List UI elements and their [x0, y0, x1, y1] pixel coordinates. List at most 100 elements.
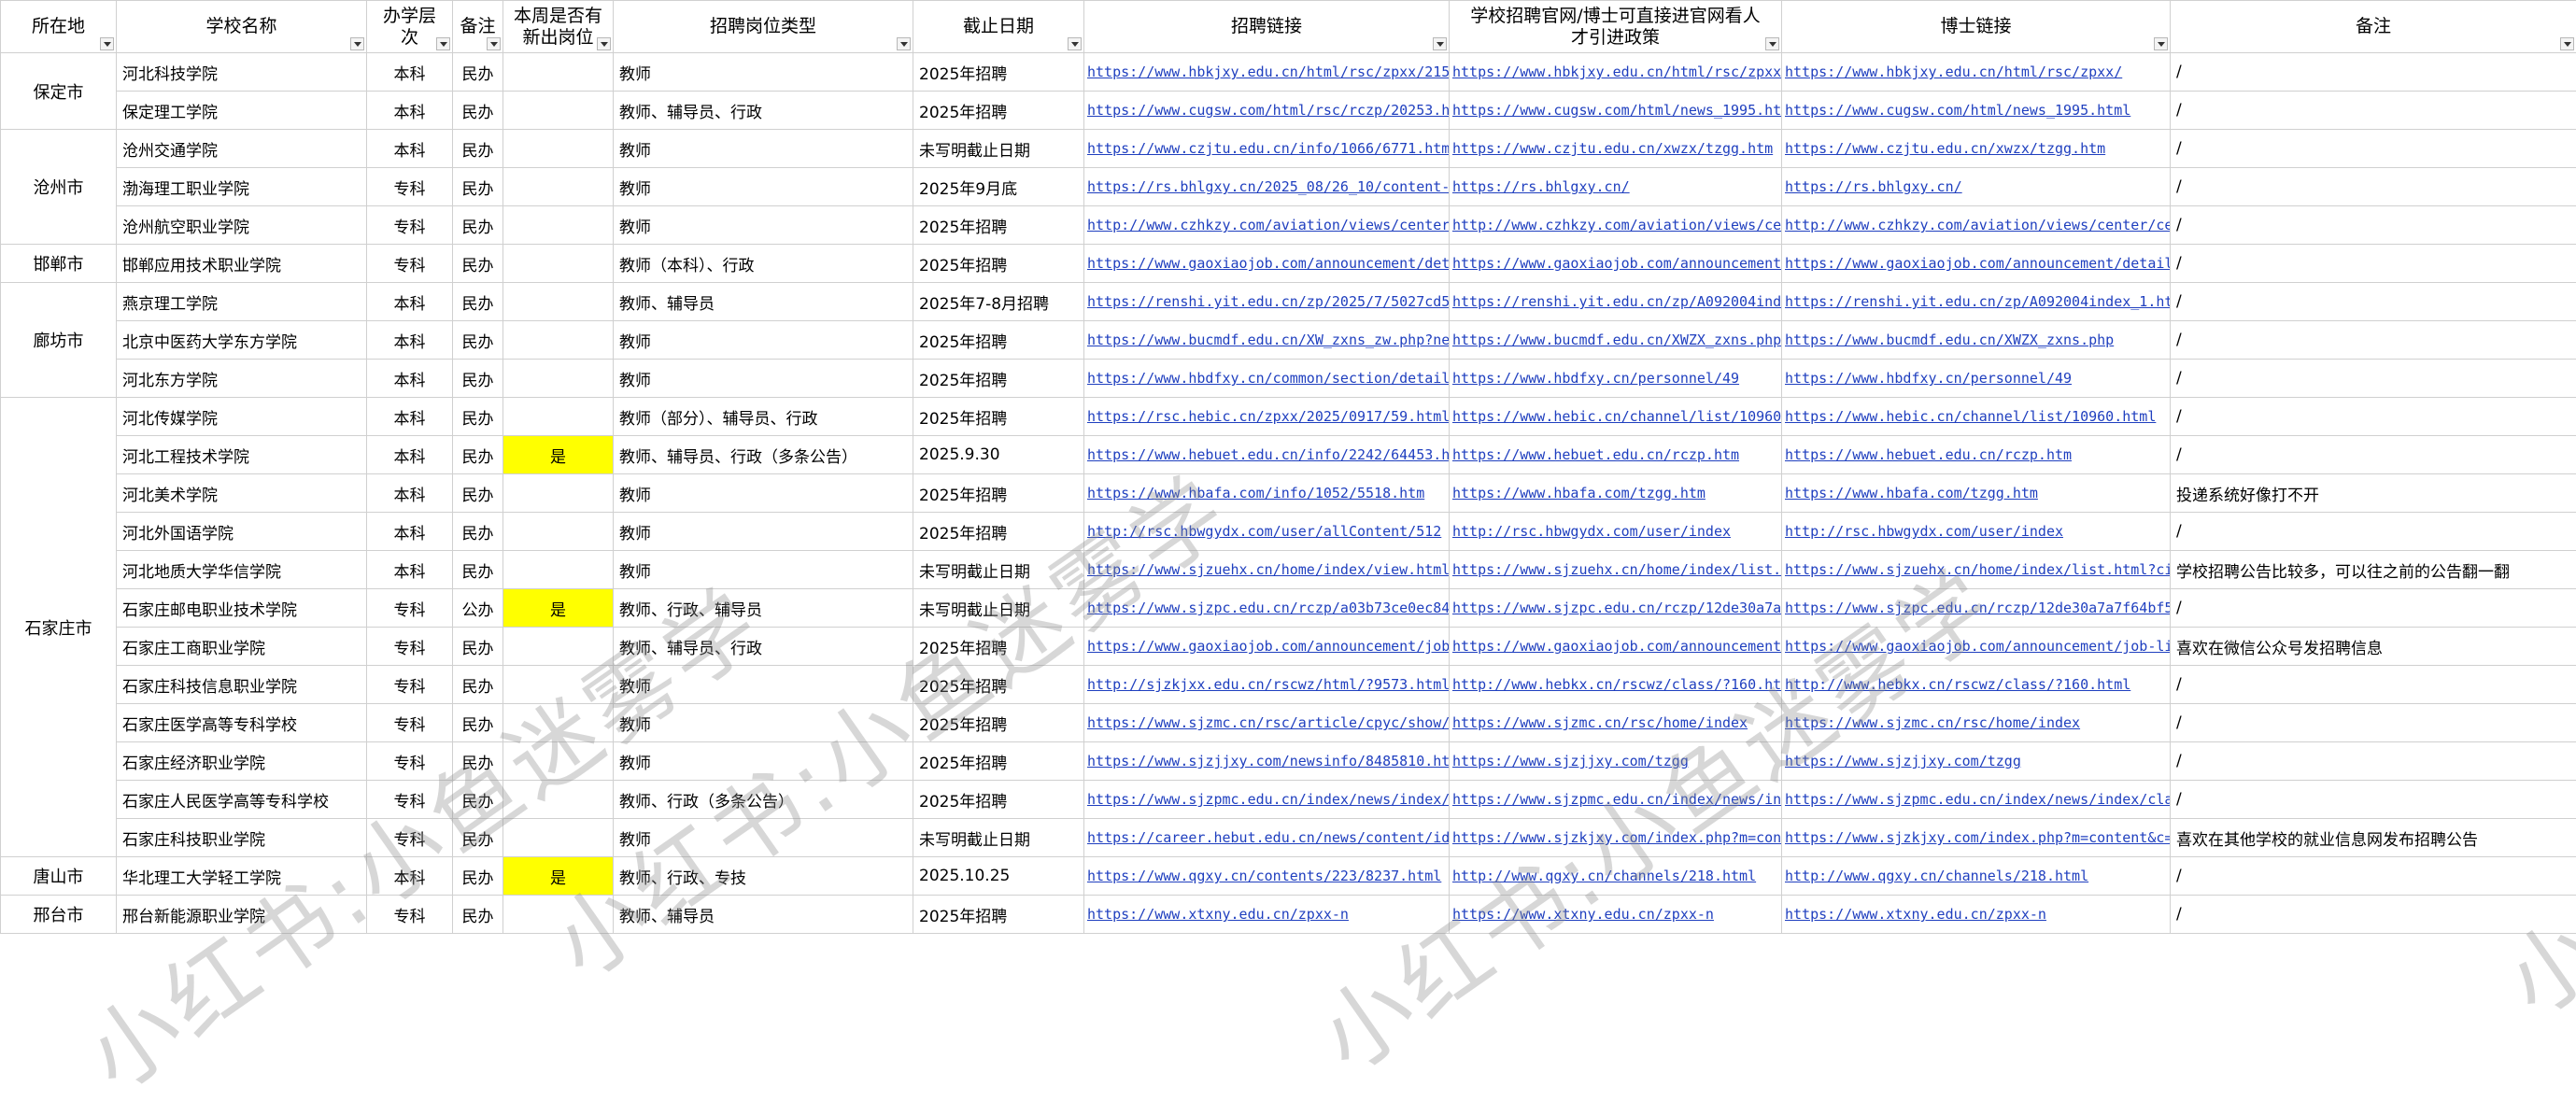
recruit-link[interactable]: https://www.hebuet.edu.cn/info/2242/6445…	[1084, 436, 1450, 474]
official-site-link[interactable]: https://www.hbkjxy.edu.cn/html/rsc/zpxx	[1450, 53, 1782, 92]
official-site-link[interactable]: https://rs.bhlgxy.cn/	[1450, 168, 1782, 206]
phd-link[interactable]: https://www.hbkjxy.edu.cn/html/rsc/zpxx/	[1782, 53, 2171, 92]
recruit-link[interactable]: https://www.hbafa.com/info/1052/5518.htm	[1084, 474, 1450, 513]
official-site-link[interactable]: https://www.sjzpmc.edu.cn/index/news/ind	[1450, 781, 1782, 819]
filter-dropdown-icon[interactable]	[487, 37, 501, 50]
recruit-link[interactable]: https://www.xtxny.edu.cn/zpxx-n	[1084, 896, 1450, 934]
phd-link[interactable]: https://rs.bhlgxy.cn/	[1782, 168, 2171, 206]
phd-link[interactable]: http://www.czhkzy.com/aviation/views/cen…	[1782, 206, 2171, 245]
phd-link[interactable]: https://www.xtxny.edu.cn/zpxx-n	[1782, 896, 2171, 934]
official-site-link[interactable]: https://www.xtxny.edu.cn/zpxx-n	[1450, 896, 1782, 934]
new-post-cell: 是	[503, 857, 614, 896]
phd-link[interactable]: https://www.sjzjjxy.com/tzgg	[1782, 742, 2171, 781]
recruit-link[interactable]: https://rs.bhlgxy.cn/2025_08/26_10/conte…	[1084, 168, 1450, 206]
phd-link[interactable]: https://renshi.yit.edu.cn/zp/A092004inde…	[1782, 283, 2171, 321]
level-cell: 本科	[367, 513, 453, 551]
filter-dropdown-icon[interactable]	[436, 37, 450, 50]
official-site-link[interactable]: https://www.sjzuehx.cn/home/index/list.h	[1450, 551, 1782, 589]
recruit-link[interactable]: https://www.sjzpc.edu.cn/rczp/a03b73ce0e…	[1084, 589, 1450, 628]
official-site-link[interactable]: https://www.bucmdf.edu.cn/XWZX_zxns.php	[1450, 321, 1782, 360]
recruit-link[interactable]: https://www.hbdfxy.cn/common/section/det…	[1084, 360, 1450, 398]
table-row: 石家庄科技职业学院专科民办教师未写明截止日期https://career.heb…	[1, 819, 2576, 857]
recruitment-table: 所在地 学校名称 办学层次 备注 本周是否有新出岗位 招聘岗位类型 截止日期 招…	[0, 0, 2576, 934]
phd-link[interactable]: https://www.cugsw.com/html/news_1995.htm…	[1782, 92, 2171, 130]
phd-link[interactable]: https://www.hbafa.com/tzgg.htm	[1782, 474, 2171, 513]
remark-cell: 学校招聘公告比较多，可以往之前的公告翻一翻	[2171, 551, 2576, 589]
filter-dropdown-icon[interactable]	[897, 37, 911, 50]
table-row: 石家庄市河北传媒学院本科民办教师（部分）、辅导员、行政2025年招聘https:…	[1, 398, 2576, 436]
phd-link[interactable]: https://www.sjzkjxy.com/index.php?m=cont…	[1782, 819, 2171, 857]
header-deadline: 截止日期	[913, 1, 1084, 53]
phd-link[interactable]: https://www.bucmdf.edu.cn/XWZX_zxns.php	[1782, 321, 2171, 360]
recruit-link[interactable]: https://www.sjzpmc.edu.cn/index/news/ind…	[1084, 781, 1450, 819]
phd-link[interactable]: http://www.hebkx.cn/rscwz/class/?160.htm…	[1782, 666, 2171, 704]
official-site-link[interactable]: https://www.czjtu.edu.cn/xwzx/tzgg.htm	[1450, 130, 1782, 168]
official-site-link[interactable]: https://www.hebic.cn/channel/list/10960	[1450, 398, 1782, 436]
recruit-link[interactable]: https://www.czjtu.edu.cn/info/1066/6771.…	[1084, 130, 1450, 168]
school-name-cell: 石家庄邮电职业技术学院	[117, 589, 367, 628]
new-post-cell	[503, 742, 614, 781]
phd-link[interactable]: https://www.hbdfxy.cn/personnel/49	[1782, 360, 2171, 398]
recruit-link[interactable]: https://www.hbkjxy.edu.cn/html/rsc/zpxx/…	[1084, 53, 1450, 92]
filter-dropdown-icon[interactable]	[1068, 37, 1082, 50]
level-cell: 专科	[367, 206, 453, 245]
recruit-link[interactable]: https://www.gaoxiaojob.com/announcement/…	[1084, 628, 1450, 666]
remark-cell: /	[2171, 283, 2576, 321]
official-site-link[interactable]: https://www.gaoxiaojob.com/announcement	[1450, 628, 1782, 666]
remark-cell: /	[2171, 130, 2576, 168]
post-type-cell: 教师	[614, 513, 913, 551]
filter-dropdown-icon[interactable]	[1765, 37, 1779, 50]
filter-dropdown-icon[interactable]	[597, 37, 611, 50]
level-cell: 专科	[367, 589, 453, 628]
official-site-link[interactable]: https://www.sjzkjxy.com/index.php?m=con	[1450, 819, 1782, 857]
recruit-link[interactable]: http://rsc.hbwgydx.com/user/allContent/5…	[1084, 513, 1450, 551]
level-cell: 专科	[367, 245, 453, 283]
official-site-link[interactable]: http://www.czhkzy.com/aviation/views/ce	[1450, 206, 1782, 245]
phd-link[interactable]: https://www.hebic.cn/channel/list/10960.…	[1782, 398, 2171, 436]
official-site-link[interactable]: https://www.hbdfxy.cn/personnel/49	[1450, 360, 1782, 398]
official-site-link[interactable]: https://www.sjzmc.cn/rsc/home/index	[1450, 704, 1782, 742]
official-site-link[interactable]: https://www.hbafa.com/tzgg.htm	[1450, 474, 1782, 513]
recruit-link[interactable]: https://www.sjzuehx.cn/home/index/view.h…	[1084, 551, 1450, 589]
phd-link[interactable]: https://www.sjzpc.edu.cn/rczp/12de30a7a7…	[1782, 589, 2171, 628]
filter-dropdown-icon[interactable]	[100, 37, 114, 50]
phd-link[interactable]: https://www.gaoxiaojob.com/announcement/…	[1782, 628, 2171, 666]
recruit-link[interactable]: https://www.qgxy.cn/contents/223/8237.ht…	[1084, 857, 1450, 896]
official-site-link[interactable]: https://www.hebuet.edu.cn/rczp.htm	[1450, 436, 1782, 474]
school-name-cell: 石家庄经济职业学院	[117, 742, 367, 781]
phd-link[interactable]: http://www.qgxy.cn/channels/218.html	[1782, 857, 2171, 896]
filter-dropdown-icon[interactable]	[1433, 37, 1447, 50]
table-row: 保定理工学院本科民办教师、辅导员、行政2025年招聘https://www.cu…	[1, 92, 2576, 130]
school-name-cell: 石家庄医学高等专科学校	[117, 704, 367, 742]
school-name-cell: 石家庄人民医学高等专科学校	[117, 781, 367, 819]
recruit-link[interactable]: https://www.bucmdf.edu.cn/XW_zxns_zw.php…	[1084, 321, 1450, 360]
official-site-link[interactable]: https://www.cugsw.com/html/news_1995.ht	[1450, 92, 1782, 130]
filter-dropdown-icon[interactable]	[2560, 37, 2574, 50]
recruit-link[interactable]: http://www.czhkzy.com/aviation/views/cen…	[1084, 206, 1450, 245]
official-site-link[interactable]: http://rsc.hbwgydx.com/user/index	[1450, 513, 1782, 551]
phd-link[interactable]: http://rsc.hbwgydx.com/user/index	[1782, 513, 2171, 551]
official-site-link[interactable]: http://www.hebkx.cn/rscwz/class/?160.ht	[1450, 666, 1782, 704]
filter-dropdown-icon[interactable]	[2154, 37, 2168, 50]
official-site-link[interactable]: https://www.gaoxiaojob.com/announcement	[1450, 245, 1782, 283]
phd-link[interactable]: https://www.hebuet.edu.cn/rczp.htm	[1782, 436, 2171, 474]
official-site-link[interactable]: https://www.sjzjjxy.com/tzgg	[1450, 742, 1782, 781]
recruit-link[interactable]: https://www.sjzmc.cn/rsc/article/cpyc/sh…	[1084, 704, 1450, 742]
official-site-link[interactable]: http://www.qgxy.cn/channels/218.html	[1450, 857, 1782, 896]
phd-link[interactable]: https://www.sjzuehx.cn/home/index/list.h…	[1782, 551, 2171, 589]
phd-link[interactable]: https://www.gaoxiaojob.com/announcement/…	[1782, 245, 2171, 283]
recruit-link[interactable]: http://sjzkjxx.edu.cn/rscwz/html/?9573.h…	[1084, 666, 1450, 704]
recruit-link[interactable]: https://www.cugsw.com/html/rsc/rczp/2025…	[1084, 92, 1450, 130]
official-site-link[interactable]: https://www.sjzpc.edu.cn/rczp/12de30a7a	[1450, 589, 1782, 628]
recruit-link[interactable]: https://renshi.yit.edu.cn/zp/2025/7/5027…	[1084, 283, 1450, 321]
phd-link[interactable]: https://www.czjtu.edu.cn/xwzx/tzgg.htm	[1782, 130, 2171, 168]
recruit-link[interactable]: https://www.sjzjjxy.com/newsinfo/8485810…	[1084, 742, 1450, 781]
official-site-link[interactable]: https://renshi.yit.edu.cn/zp/A092004ind	[1450, 283, 1782, 321]
recruit-link[interactable]: https://career.hebut.edu.cn/news/content…	[1084, 819, 1450, 857]
header-recruit-link: 招聘链接	[1084, 1, 1450, 53]
phd-link[interactable]: https://www.sjzpmc.edu.cn/index/news/ind…	[1782, 781, 2171, 819]
recruit-link[interactable]: https://www.gaoxiaojob.com/announcement/…	[1084, 245, 1450, 283]
phd-link[interactable]: https://www.sjzmc.cn/rsc/home/index	[1782, 704, 2171, 742]
filter-dropdown-icon[interactable]	[350, 37, 364, 50]
recruit-link[interactable]: https://rsc.hebic.cn/zpxx/2025/0917/59.h…	[1084, 398, 1450, 436]
